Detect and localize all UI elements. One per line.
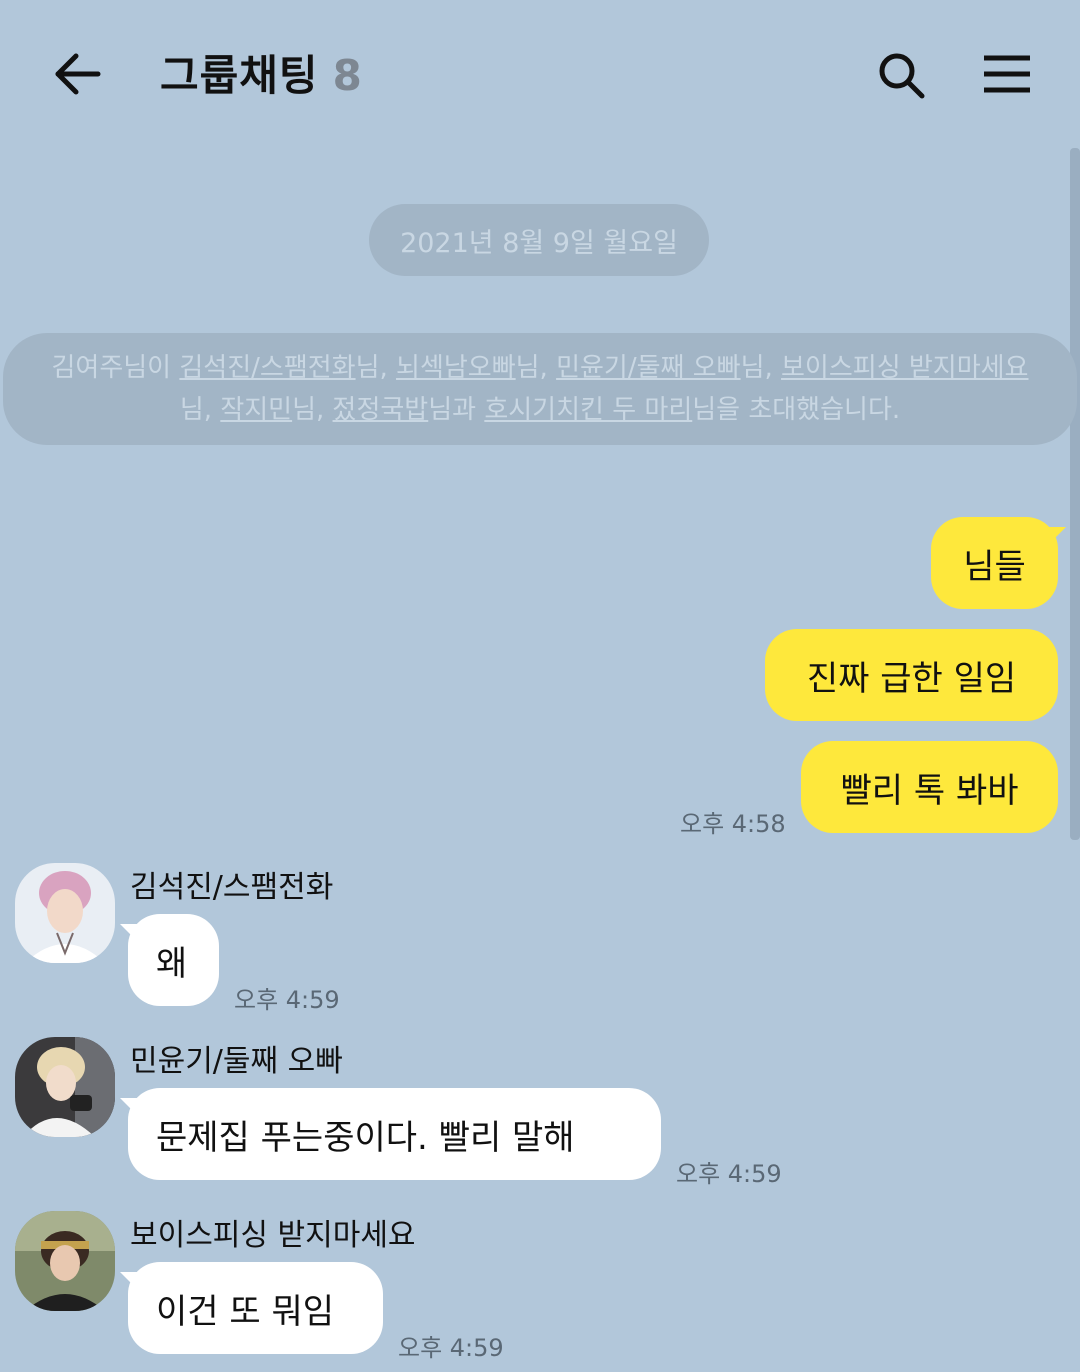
their-message-bubble[interactable]: 이건 또 뭐임: [120, 1262, 383, 1354]
chat-header: 그룹채팅 8: [0, 0, 1080, 150]
invitee-link[interactable]: 호시기치킨 두 마리: [484, 395, 692, 425]
chat-title: 그룹채팅 8: [160, 42, 363, 103]
chat-title-text: 그룹채팅: [160, 51, 319, 100]
message-timestamp: 오후 4:59: [398, 1334, 504, 1362]
message-text: 님들: [963, 546, 1026, 587]
invitee-link[interactable]: 작지민: [220, 395, 292, 425]
invitee-link[interactable]: 젔정국밥: [333, 395, 429, 425]
invitee-link[interactable]: 뇌섹남오빠: [396, 353, 516, 383]
sender-name: 민윤기/둘째 오빠: [130, 1044, 343, 1079]
message-text: 문제집 푸는중이다. 빨리 말해: [156, 1117, 575, 1158]
inviter: 김여주님이: [51, 353, 172, 383]
invitee-link[interactable]: 보이스피싱 받지마세요: [781, 353, 1028, 383]
my-message-bubble[interactable]: 님들: [931, 517, 1066, 609]
system-invite-notice: 김여주님이 김석진/스팸전화님, 뇌섹남오빠님, 민윤기/둘째 오빠님, 보이스…: [3, 333, 1077, 445]
arrow-left-icon: [55, 53, 101, 95]
invitee-link[interactable]: 민윤기/둘째 오빠: [556, 353, 740, 383]
their-message-bubble[interactable]: 문제집 푸는중이다. 빨리 말해: [120, 1088, 661, 1180]
scrollbar[interactable]: [1070, 148, 1080, 840]
message-timestamp: 오후 4:59: [676, 1160, 782, 1188]
message-text: 빨리 톡 봐바: [840, 770, 1019, 811]
profile-photo: [15, 863, 115, 963]
back-button[interactable]: [48, 44, 108, 104]
search-button[interactable]: [872, 46, 932, 106]
sender-name: 김석진/스팸전화: [130, 870, 334, 905]
message-text: 진짜 급한 일임: [806, 658, 1017, 699]
message-text: 이건 또 뭐임: [156, 1291, 335, 1332]
avatar[interactable]: [15, 1211, 115, 1311]
avatar[interactable]: [15, 1037, 115, 1137]
member-count: 8: [332, 51, 363, 100]
their-message-bubble[interactable]: 왜: [120, 914, 219, 1006]
profile-photo: [15, 1037, 115, 1137]
message-text: 왜: [156, 943, 188, 984]
search-icon: [879, 53, 925, 99]
avatar[interactable]: [15, 863, 115, 963]
menu-button[interactable]: [978, 46, 1038, 106]
invitee-link[interactable]: 김석진/스팸전화: [179, 353, 355, 383]
hamburger-menu-icon: [984, 55, 1030, 93]
message-timestamp: 오후 4:58: [680, 810, 786, 838]
my-message-bubble[interactable]: 빨리 톡 봐바: [801, 741, 1058, 833]
profile-photo: [15, 1211, 115, 1311]
message-timestamp: 오후 4:59: [234, 986, 340, 1014]
my-message-bubble[interactable]: 진짜 급한 일임: [765, 629, 1058, 721]
notice-suffix: 님을 초대했습니다.: [692, 395, 901, 425]
date-divider: 2021년 8월 9일 월요일: [369, 204, 709, 276]
sender-name: 보이스피싱 받지마세요: [130, 1218, 416, 1253]
